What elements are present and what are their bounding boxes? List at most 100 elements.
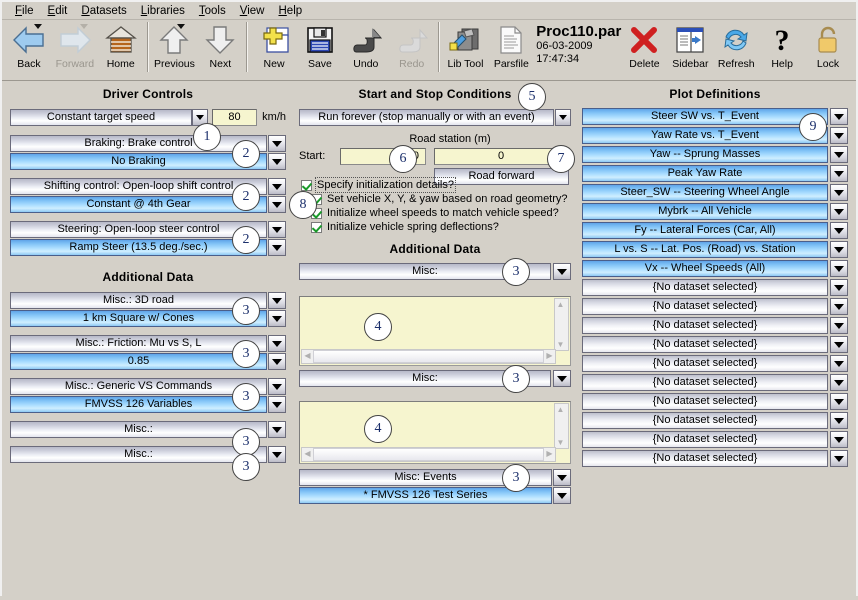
plot-definition-button-1[interactable]: Yaw Rate vs. T_Event: [582, 127, 828, 144]
plot-definition-button-2[interactable]: Yaw -- Sprung Masses: [582, 146, 828, 163]
misc-1-notes-textarea[interactable]: ▲ ▼ ◀ ▶ 4: [299, 296, 571, 366]
plot-definition-button-6[interactable]: Fy -- Lateral Forces (Car, All): [582, 222, 828, 239]
misc-1-notes-hscrollbar[interactable]: ◀ ▶: [301, 349, 556, 364]
driver-control-0-bottom-button[interactable]: No Braking: [10, 153, 267, 170]
plot-definition-dropdown-icon-5[interactable]: [830, 203, 848, 220]
driver-control-1-bottom-dropdown-icon[interactable]: [268, 196, 286, 213]
plot-definition-button-15[interactable]: {No dataset selected}: [582, 393, 828, 410]
left-additional-2-bottom-button[interactable]: FMVSS 126 Variables: [10, 396, 267, 413]
plot-definition-button-18[interactable]: {No dataset selected}: [582, 450, 828, 467]
constant-target-speed-button[interactable]: Constant target speed: [10, 109, 193, 126]
toolbar-new-button[interactable]: New: [251, 22, 297, 70]
scroll-down-icon[interactable]: ▼: [555, 339, 566, 350]
plot-definition-button-10[interactable]: {No dataset selected}: [582, 298, 828, 315]
plot-definition-button-7[interactable]: L vs. S -- Lat. Pos. (Road) vs. Station: [582, 241, 828, 258]
plot-definition-dropdown-icon-6[interactable]: [830, 222, 848, 239]
misc-2-dropdown-icon[interactable]: [553, 370, 571, 387]
left-additional-2-bottom-dropdown-icon[interactable]: [268, 396, 286, 413]
scroll-left-icon[interactable]: ◀: [302, 350, 313, 361]
plot-definition-button-16[interactable]: {No dataset selected}: [582, 412, 828, 429]
driver-control-0-bottom-dropdown-icon[interactable]: [268, 153, 286, 170]
plot-definition-dropdown-icon-18[interactable]: [830, 450, 848, 467]
toolbar-save-button[interactable]: Save: [297, 22, 343, 70]
scroll-up-icon[interactable]: ▲: [555, 299, 566, 310]
scroll-right-icon[interactable]: ▶: [544, 448, 555, 459]
misc-2-notes-vscrollbar[interactable]: ▲ ▼: [554, 403, 569, 449]
plot-definition-dropdown-icon-0[interactable]: [830, 108, 848, 125]
plot-definition-dropdown-icon-17[interactable]: [830, 431, 848, 448]
misc-2-notes-hscrollbar[interactable]: ◀ ▶: [301, 447, 556, 462]
events-top-dropdown-icon[interactable]: [553, 469, 571, 486]
plot-definition-dropdown-icon-11[interactable]: [830, 317, 848, 334]
driver-control-2-bottom-button[interactable]: Ramp Steer (13.5 deg./sec.): [10, 239, 267, 256]
menu-item-edit[interactable]: Edit: [41, 4, 75, 18]
plot-definition-dropdown-icon-9[interactable]: [830, 279, 848, 296]
toolbar-home-button[interactable]: Home: [98, 22, 144, 70]
left-additional-0-top-dropdown-icon[interactable]: [268, 292, 286, 309]
plot-definition-dropdown-icon-10[interactable]: [830, 298, 848, 315]
run-mode-button[interactable]: Run forever (stop manually or with an ev…: [299, 109, 554, 126]
driver-control-2-bottom-dropdown-icon[interactable]: [268, 239, 286, 256]
driver-control-2-top-button[interactable]: Steering: Open-loop steer control: [10, 221, 267, 238]
left-additional-2-top-button[interactable]: Misc.: Generic VS Commands: [10, 378, 267, 395]
misc-1-notes-vscrollbar[interactable]: ▲ ▼: [554, 298, 569, 351]
plot-definition-dropdown-icon-7[interactable]: [830, 241, 848, 258]
run-mode-dropdown-icon[interactable]: [555, 109, 571, 126]
left-additional-0-bottom-button[interactable]: 1 km Square w/ Cones: [10, 310, 267, 327]
toolbar-parsfile-button[interactable]: Parsfile: [488, 22, 534, 70]
left-additional-4-top-dropdown-icon[interactable]: [268, 446, 286, 463]
menu-item-datasets[interactable]: Datasets: [74, 4, 133, 18]
plot-definition-dropdown-icon-12[interactable]: [830, 336, 848, 353]
checkbox-3[interactable]: [311, 221, 322, 233]
left-additional-1-bottom-dropdown-icon[interactable]: [268, 353, 286, 370]
driver-control-1-top-dropdown-icon[interactable]: [268, 178, 286, 195]
menu-item-tools[interactable]: Tools: [192, 4, 233, 18]
driver-control-0-top-dropdown-icon[interactable]: [268, 135, 286, 152]
plot-definition-dropdown-icon-3[interactable]: [830, 165, 848, 182]
misc-2-notes-textarea[interactable]: ▲ ▼ ◀ ▶ 4: [299, 401, 571, 464]
chevron-down-icon[interactable]: [177, 24, 186, 29]
toolbar-help-button[interactable]: ? Help: [759, 22, 805, 70]
checkbox-0[interactable]: [301, 179, 312, 191]
left-additional-1-top-dropdown-icon[interactable]: [268, 335, 286, 352]
plot-definition-button-11[interactable]: {No dataset selected}: [582, 317, 828, 334]
driver-control-1-bottom-button[interactable]: Constant @ 4th Gear: [10, 196, 267, 213]
plot-definition-dropdown-icon-16[interactable]: [830, 412, 848, 429]
plot-definition-button-8[interactable]: Vx -- Wheel Speeds (All): [582, 260, 828, 277]
scroll-down-icon[interactable]: ▼: [555, 437, 566, 448]
toolbar-delete-button[interactable]: Delete: [622, 22, 668, 70]
left-additional-2-top-dropdown-icon[interactable]: [268, 378, 286, 395]
target-speed-input[interactable]: 80: [211, 109, 258, 126]
menu-item-libraries[interactable]: Libraries: [134, 4, 192, 18]
plot-definition-button-12[interactable]: {No dataset selected}: [582, 336, 828, 353]
toolbar-next-button[interactable]: Next: [197, 22, 243, 70]
driver-control-0-top-button[interactable]: Braking: Brake control: [10, 135, 267, 152]
driver-control-1-top-button[interactable]: Shifting control: Open-loop shift contro…: [10, 178, 267, 195]
scroll-left-icon[interactable]: ◀: [302, 448, 313, 459]
plot-definition-button-14[interactable]: {No dataset selected}: [582, 374, 828, 391]
scroll-right-icon[interactable]: ▶: [544, 350, 555, 361]
toolbar-refresh-button[interactable]: Refresh: [713, 22, 759, 70]
scroll-up-icon[interactable]: ▲: [555, 404, 566, 415]
events-bottom-dropdown-icon[interactable]: [553, 487, 571, 504]
menu-item-help[interactable]: Help: [271, 4, 309, 18]
left-additional-4-top-button[interactable]: Misc.:: [10, 446, 267, 463]
checkbox-row-1[interactable]: Set vehicle X, Y, & yaw based on road ge…: [311, 193, 571, 205]
toolbar-lock-button[interactable]: Lock: [805, 22, 851, 70]
checkbox-row-0[interactable]: Specify initialization details?: [301, 177, 571, 193]
plot-definition-button-5[interactable]: Mybrk -- All Vehicle: [582, 203, 828, 220]
toolbar-lib-tool-button[interactable]: Lib Tool: [443, 22, 489, 70]
toolbar-previous-button[interactable]: Previous: [152, 22, 198, 70]
driver-control-2-top-dropdown-icon[interactable]: [268, 221, 286, 238]
left-additional-3-top-dropdown-icon[interactable]: [268, 421, 286, 438]
toolbar-sidebar-button[interactable]: Sidebar: [667, 22, 713, 70]
plot-definition-button-9[interactable]: {No dataset selected}: [582, 279, 828, 296]
plot-definition-dropdown-icon-8[interactable]: [830, 260, 848, 277]
plot-definition-dropdown-icon-2[interactable]: [830, 146, 848, 163]
plot-definition-dropdown-icon-1[interactable]: [830, 127, 848, 144]
plot-definition-button-4[interactable]: Steer_SW -- Steering Wheel Angle: [582, 184, 828, 201]
plot-definition-dropdown-icon-15[interactable]: [830, 393, 848, 410]
plot-definition-dropdown-icon-13[interactable]: [830, 355, 848, 372]
plot-definition-button-0[interactable]: Steer SW vs. T_Event: [582, 108, 828, 125]
hscroll-thumb[interactable]: [313, 448, 544, 461]
